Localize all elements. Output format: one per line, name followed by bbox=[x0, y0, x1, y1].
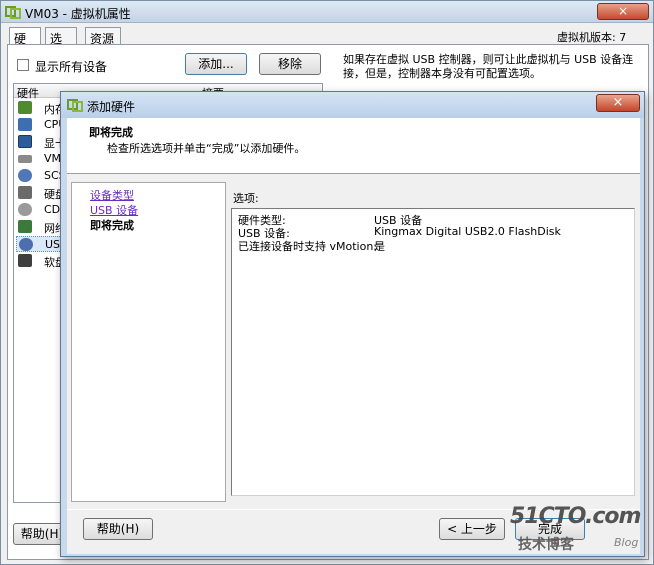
show-all-devices-label: 显示所有设备 bbox=[35, 60, 108, 74]
network-icon bbox=[18, 220, 32, 233]
column-hardware[interactable]: 硬件 bbox=[17, 85, 39, 101]
scsi-icon bbox=[18, 169, 32, 182]
add-button[interactable]: 添加... bbox=[185, 53, 247, 75]
wizard-body: 设备类型 USB 设备 即将完成 选项: 硬件类型: USB 设备 USB 设备… bbox=[67, 174, 640, 509]
watermark: 51CTO.com 技术博客 Blog bbox=[510, 500, 654, 560]
cpu-icon bbox=[18, 118, 32, 131]
dialog-title-bar[interactable]: 添加硬件 × bbox=[61, 92, 644, 118]
usb-icon bbox=[19, 238, 33, 251]
vm-version: 虚拟机版本: 7 bbox=[557, 31, 627, 44]
options-label: 选项: bbox=[233, 192, 259, 205]
watermark-main: 51CTO.com bbox=[510, 504, 641, 529]
wizard-header: 即将完成 检查所选选项并单击“完成”以添加硬件。 bbox=[67, 118, 640, 174]
wizard-step-title: 即将完成 bbox=[89, 126, 133, 139]
back-button[interactable]: < 上一步 bbox=[439, 518, 505, 540]
wizard-step-subtitle: 检查所选选项并单击“完成”以添加硬件。 bbox=[107, 142, 306, 155]
vsphere-logo-icon bbox=[5, 6, 21, 19]
memory-icon bbox=[18, 101, 32, 114]
option-value: 是 bbox=[374, 240, 385, 253]
title-bar[interactable]: VM03 - 虚拟机属性 × bbox=[1, 1, 653, 23]
harddisk-icon bbox=[18, 186, 32, 199]
show-all-devices-checkbox[interactable] bbox=[17, 59, 29, 71]
option-value: Kingmax Digital USB2.0 FlashDisk bbox=[374, 225, 561, 238]
step-ready-to-complete: 即将完成 bbox=[90, 219, 134, 232]
window-title: VM03 - 虚拟机属性 bbox=[25, 7, 131, 21]
dialog-title: 添加硬件 bbox=[87, 100, 136, 114]
add-hardware-dialog: 添加硬件 × 即将完成 检查所选选项并单击“完成”以添加硬件。 设备类型 USB… bbox=[60, 91, 645, 557]
step-device-type[interactable]: 设备类型 bbox=[90, 187, 134, 203]
tab-resources[interactable]: 资源 bbox=[85, 27, 121, 46]
vsphere-logo-icon bbox=[67, 99, 83, 112]
cdrom-icon bbox=[18, 203, 32, 216]
dialog-help-button[interactable]: 帮助(H) bbox=[83, 518, 153, 540]
close-button[interactable]: × bbox=[597, 3, 649, 20]
options-summary: 硬件类型: USB 设备 USB 设备: Kingmax Digital USB… bbox=[231, 208, 635, 496]
tab-options[interactable]: 选项 bbox=[45, 27, 77, 63]
close-icon: × bbox=[617, 4, 629, 18]
floppy-icon bbox=[18, 254, 32, 267]
device-description: 如果存在虚拟 USB 控制器，则可让此虚拟机与 USB 设备连接，但是，控制器本… bbox=[343, 53, 634, 80]
remove-button[interactable]: 移除 bbox=[259, 53, 321, 75]
dialog-close-button[interactable]: × bbox=[596, 94, 640, 112]
option-key: 已连接设备时支持 vMotion: bbox=[238, 240, 378, 253]
display-icon bbox=[18, 135, 32, 148]
watermark-blog: Blog bbox=[614, 536, 639, 549]
step-usb-device[interactable]: USB 设备 bbox=[90, 202, 138, 218]
wizard-steps: 设备类型 USB 设备 即将完成 bbox=[71, 182, 226, 502]
watermark-sub: 技术博客 bbox=[518, 537, 574, 553]
close-icon: × bbox=[612, 95, 624, 110]
vmci-icon bbox=[18, 155, 32, 163]
